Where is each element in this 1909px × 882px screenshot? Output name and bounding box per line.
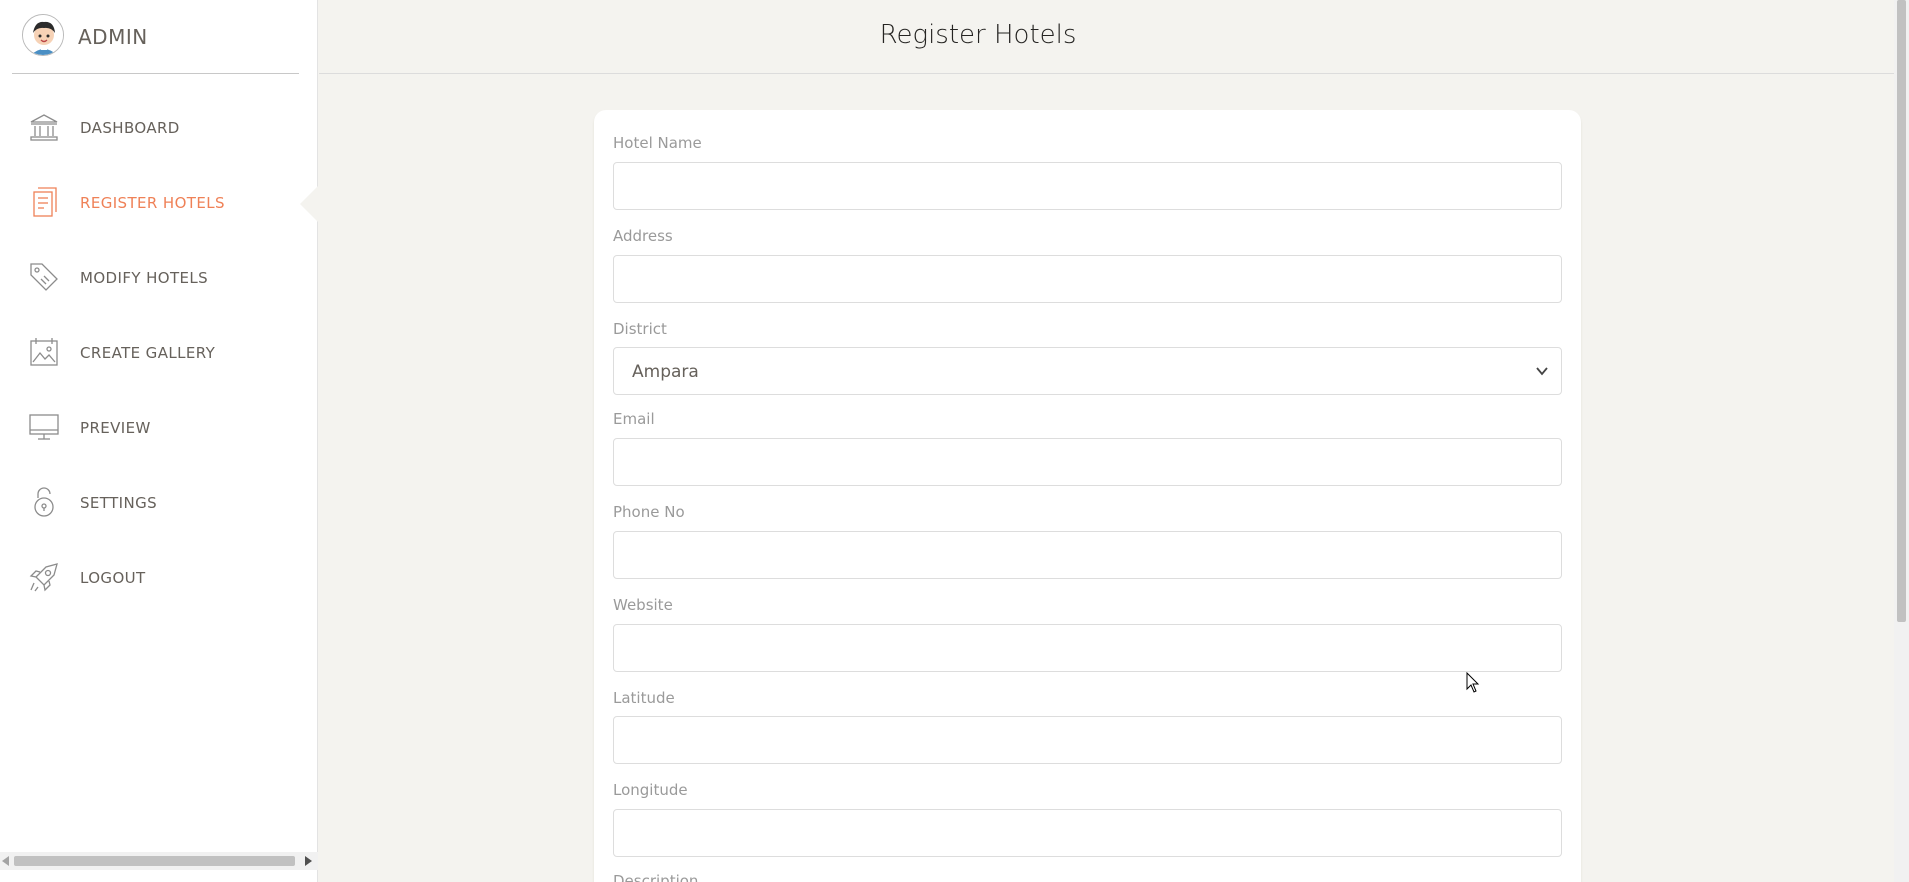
phone-input[interactable] <box>613 531 1562 579</box>
tag-icon <box>30 263 58 291</box>
lock-icon <box>34 487 54 517</box>
sidebar-item-preview[interactable]: PREVIEW <box>0 397 300 457</box>
page-vertical-scrollbar[interactable] <box>1894 0 1909 882</box>
hotel-name-input[interactable] <box>613 162 1562 210</box>
spaceship-icon <box>29 563 58 592</box>
longitude-label: Longitude <box>613 781 688 799</box>
email-label: Email <box>613 410 655 428</box>
district-selected-value: Ampara <box>632 362 699 382</box>
sidebar-item-logout[interactable]: LOGOUT <box>0 547 300 607</box>
paper-icon <box>33 187 57 217</box>
email-input[interactable] <box>613 438 1562 486</box>
bank-icon <box>30 114 58 141</box>
admin-avatar <box>22 14 64 56</box>
sidebar-item-label: PREVIEW <box>80 419 151 437</box>
top-navbar: Register Hotels <box>319 0 1894 74</box>
brand: ADMIN <box>12 0 299 74</box>
mouse-cursor-icon <box>1466 672 1480 693</box>
latitude-label: Latitude <box>613 689 675 707</box>
scrollbar-thumb[interactable] <box>1897 0 1906 622</box>
district-select[interactable]: Ampara <box>613 347 1562 395</box>
album-icon <box>30 338 58 366</box>
sidebar-item-register-hotels[interactable]: REGISTER HOTELS <box>0 172 300 232</box>
sidebar-horizontal-scrollbar[interactable] <box>0 852 318 870</box>
sidebar-item-modify-hotels[interactable]: MODIFY HOTELS <box>0 247 300 307</box>
register-hotel-form-card: Hotel Name Address District Ampara Email… <box>594 110 1581 882</box>
longitude-input[interactable] <box>613 809 1562 857</box>
scrollbar-thumb[interactable] <box>14 856 295 866</box>
district-label: District <box>613 320 667 338</box>
sidebar-item-dashboard[interactable]: DASHBOARD <box>0 97 300 157</box>
address-input[interactable] <box>613 255 1562 303</box>
scroll-right-arrow-icon[interactable] <box>305 856 312 866</box>
latitude-input[interactable] <box>613 716 1562 764</box>
sidebar: ADMIN DASHBOARD REGISTER HOTELS MODIFY H… <box>0 0 318 882</box>
sidebar-item-label: LOGOUT <box>80 569 146 587</box>
sidebar-item-label: MODIFY HOTELS <box>80 269 209 287</box>
sidebar-item-settings[interactable]: SETTINGS <box>0 472 300 532</box>
active-item-indicator <box>300 185 319 223</box>
monitor-icon <box>29 414 59 440</box>
address-label: Address <box>613 227 673 245</box>
sidebar-item-label: CREATE GALLERY <box>80 344 216 362</box>
sidebar-item-create-gallery[interactable]: CREATE GALLERY <box>0 322 300 382</box>
description-label: Description <box>613 872 699 882</box>
page-title: Register Hotels <box>879 20 1077 50</box>
website-label: Website <box>613 596 673 614</box>
website-input[interactable] <box>613 624 1562 672</box>
hotel-name-label: Hotel Name <box>613 134 702 152</box>
scroll-left-arrow-icon[interactable] <box>2 856 9 866</box>
brand-title: ADMIN <box>78 25 148 49</box>
sidebar-item-label: SETTINGS <box>80 494 158 512</box>
chevron-down-icon <box>1536 367 1548 376</box>
phone-label: Phone No <box>613 503 685 521</box>
sidebar-item-label: DASHBOARD <box>80 119 180 137</box>
sidebar-item-label: REGISTER HOTELS <box>80 194 225 212</box>
